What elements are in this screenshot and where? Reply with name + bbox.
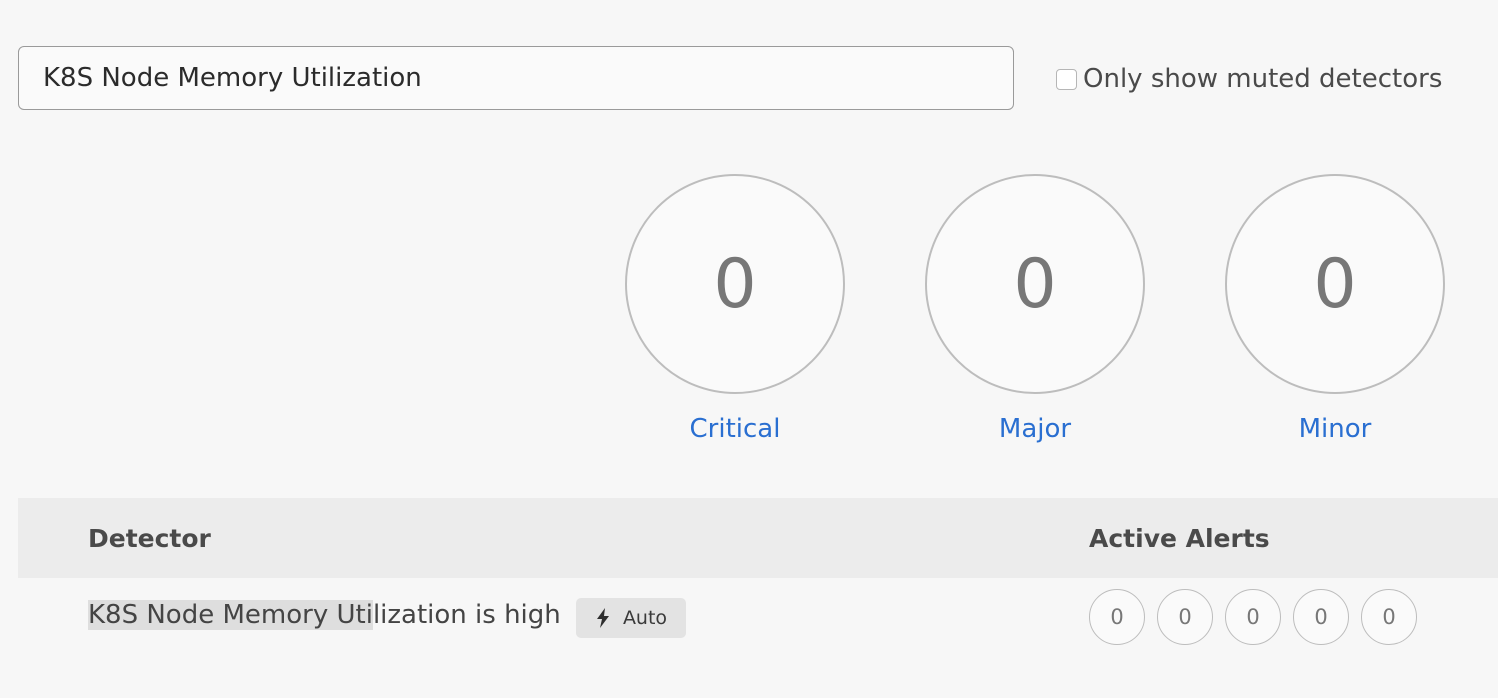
alert-count-warning[interactable]: 0: [1293, 589, 1349, 645]
severity-major[interactable]: 0 Major: [925, 174, 1145, 444]
alert-count-minor[interactable]: 0: [1225, 589, 1281, 645]
table-row[interactable]: K8S Node Memory Utilization is high Auto…: [18, 578, 1498, 660]
search-box[interactable]: [18, 46, 1014, 110]
column-header-active-alerts[interactable]: Active Alerts: [1089, 498, 1270, 578]
severity-critical[interactable]: 0 Critical: [625, 174, 845, 444]
detector-name-link[interactable]: K8S Node Memory Utilization is high: [88, 600, 561, 630]
severity-minor[interactable]: 0 Minor: [1225, 174, 1445, 444]
auto-badge: Auto: [576, 598, 686, 638]
auto-badge-label: Auto: [622, 607, 668, 629]
muted-checkbox[interactable]: [1056, 68, 1077, 90]
muted-filter-label[interactable]: Only show muted detectors: [1083, 64, 1442, 94]
column-header-detector[interactable]: Detector: [88, 498, 211, 578]
major-count[interactable]: 0: [925, 174, 1145, 394]
minor-count[interactable]: 0: [1225, 174, 1445, 394]
muted-filter[interactable]: Only show muted detectors: [1056, 64, 1442, 94]
detector-name-match: K8S Node Memory Uti: [88, 600, 373, 630]
search-input[interactable]: [41, 62, 1013, 94]
alert-count-info[interactable]: 0: [1361, 589, 1417, 645]
lightning-bolt-icon: [596, 608, 609, 628]
major-label[interactable]: Major: [925, 414, 1145, 444]
alert-count-critical[interactable]: 0: [1089, 589, 1145, 645]
table-header: Detector Active Alerts: [18, 498, 1498, 578]
critical-label[interactable]: Critical: [625, 414, 845, 444]
minor-label[interactable]: Minor: [1225, 414, 1445, 444]
detectors-page: Only show muted detectors 0 Critical 0 M…: [0, 0, 1498, 698]
critical-count[interactable]: 0: [625, 174, 845, 394]
active-alert-counts: 0 0 0 0 0: [1089, 589, 1417, 645]
detector-name-rest: lization is high: [372, 600, 561, 630]
alert-count-major[interactable]: 0: [1157, 589, 1213, 645]
